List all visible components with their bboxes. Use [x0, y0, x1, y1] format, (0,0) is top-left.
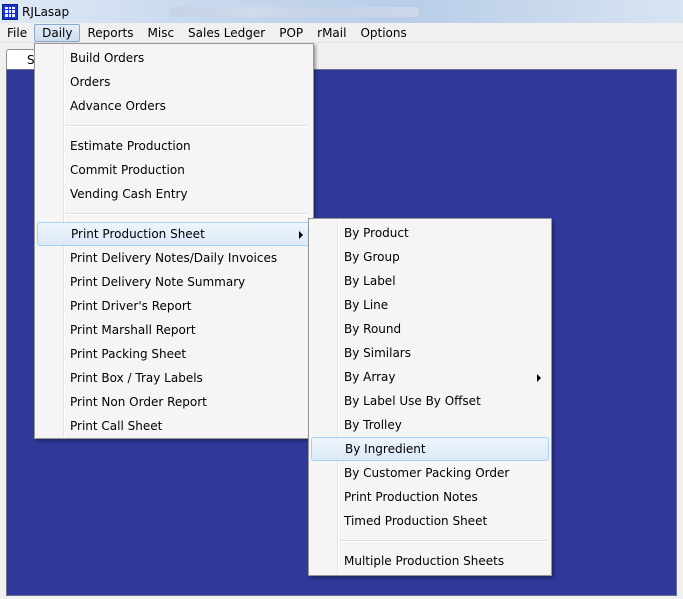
- submenu-item-by-similars[interactable]: By Similars: [311, 341, 549, 365]
- menu-item-label: By Array: [344, 370, 396, 384]
- submenu-item-by-product[interactable]: By Product: [311, 221, 549, 245]
- menu-reports[interactable]: Reports: [80, 24, 140, 42]
- submenu-item-multiple-production-sheets[interactable]: Multiple Production Sheets: [311, 549, 549, 573]
- menu-separator: [66, 118, 313, 134]
- submenu-item-by-group[interactable]: By Group: [311, 245, 549, 269]
- blurred-title-detail: [169, 6, 420, 17]
- submenu-item-timed-production-sheet[interactable]: Timed Production Sheet: [311, 509, 549, 533]
- app-icon: [2, 3, 18, 20]
- menu-item-print-marshall-report[interactable]: Print Marshall Report: [37, 318, 311, 342]
- submenu-arrow-icon: [299, 231, 303, 239]
- menu-sales-ledger[interactable]: Sales Ledger: [181, 24, 272, 42]
- menu-rmail[interactable]: rMail: [310, 24, 353, 42]
- menu-separator: [66, 206, 313, 222]
- submenu-item-by-label[interactable]: By Label: [311, 269, 549, 293]
- submenu-arrow-icon: [537, 374, 541, 382]
- submenu-item-by-ingredient[interactable]: By Ingredient: [311, 437, 549, 461]
- tab-s[interactable]: S: [6, 49, 36, 70]
- menu-item-build-orders[interactable]: Build Orders: [37, 46, 311, 70]
- menu-misc[interactable]: Misc: [141, 24, 182, 42]
- menu-bar: File Daily Reports Misc Sales Ledger POP…: [0, 23, 683, 43]
- menu-item-advance-orders[interactable]: Advance Orders: [37, 94, 311, 118]
- submenu-item-by-line[interactable]: By Line: [311, 293, 549, 317]
- menu-item-print-drivers-report[interactable]: Print Driver's Report: [37, 294, 311, 318]
- menu-item-label: Print Production Sheet: [71, 227, 205, 241]
- production-sheet-submenu: By Product By Group By Label By Line By …: [308, 218, 552, 576]
- menu-item-print-production-sheet[interactable]: Print Production Sheet: [37, 222, 311, 246]
- menu-separator: [340, 533, 551, 549]
- menu-item-print-non-order-report[interactable]: Print Non Order Report: [37, 390, 311, 414]
- submenu-item-by-trolley[interactable]: By Trolley: [311, 413, 549, 437]
- menu-daily[interactable]: Daily: [34, 23, 81, 42]
- submenu-item-by-array[interactable]: By Array: [311, 365, 549, 389]
- menu-item-print-call-sheet[interactable]: Print Call Sheet: [37, 414, 311, 438]
- menu-item-commit-production[interactable]: Commit Production: [37, 158, 311, 182]
- menu-item-vending-cash-entry[interactable]: Vending Cash Entry: [37, 182, 311, 206]
- window-title: RJLasap: [22, 4, 70, 19]
- menu-item-print-delivery-notes[interactable]: Print Delivery Notes/Daily Invoices: [37, 246, 311, 270]
- menu-item-orders[interactable]: Orders: [37, 70, 311, 94]
- menu-item-print-box-tray-labels[interactable]: Print Box / Tray Labels: [37, 366, 311, 390]
- submenu-item-print-production-notes[interactable]: Print Production Notes: [311, 485, 549, 509]
- submenu-item-by-customer-packing-order[interactable]: By Customer Packing Order: [311, 461, 549, 485]
- submenu-item-by-label-use-by-offset[interactable]: By Label Use By Offset: [311, 389, 549, 413]
- menu-options[interactable]: Options: [353, 24, 413, 42]
- menu-file[interactable]: File: [0, 24, 34, 42]
- menu-item-estimate-production[interactable]: Estimate Production: [37, 134, 311, 158]
- submenu-item-by-round[interactable]: By Round: [311, 317, 549, 341]
- menu-item-print-delivery-note-summary[interactable]: Print Delivery Note Summary: [37, 270, 311, 294]
- daily-menu: Build Orders Orders Advance Orders Estim…: [34, 43, 314, 439]
- title-bar: RJLasap: [0, 0, 683, 23]
- menu-pop[interactable]: POP: [272, 24, 310, 42]
- menu-item-print-packing-sheet[interactable]: Print Packing Sheet: [37, 342, 311, 366]
